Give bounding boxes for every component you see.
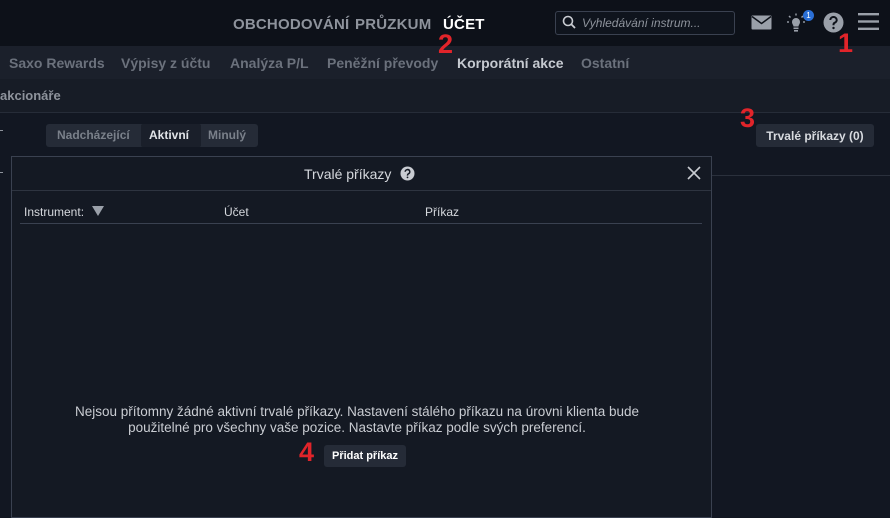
notification-badge: 1 [803, 10, 814, 21]
table-header-divider [20, 223, 702, 224]
tab-nadchazejici[interactable]: Nadcházející [57, 128, 130, 142]
subnav-saxo-rewards[interactable]: Saxo Rewards [9, 55, 105, 71]
subnav-korporatni-akce[interactable]: Korporátní akce [457, 55, 564, 71]
subnav-analyza[interactable]: Analýza P/L [230, 55, 309, 71]
annotation-marker-3: 3 [740, 103, 756, 133]
search-input[interactable] [582, 14, 730, 32]
topnav-obchodovani[interactable]: OBCHODOVÁNÍ [233, 16, 349, 33]
column-ucet[interactable]: Účet [224, 205, 249, 219]
tab-aktivni[interactable]: Aktivní [149, 128, 189, 142]
edge-tick [0, 130, 3, 131]
annotation-marker-2: 2 [438, 29, 454, 59]
column-instrument[interactable]: Instrument: [24, 205, 84, 219]
menu-icon[interactable] [858, 13, 879, 30]
content-divider [710, 175, 890, 176]
sort-down-icon[interactable] [92, 206, 104, 216]
empty-message-line: Nejsou přítomny žádné aktivní trvalé pří… [74, 404, 640, 419]
empty-state-message: Nejsou přítomny žádné aktivní trvalé pří… [12, 404, 702, 436]
help-icon[interactable] [400, 166, 415, 181]
section-label: akcionáře [0, 88, 61, 103]
edge-tick [0, 172, 3, 173]
topnav-pruzkum[interactable]: PRŮZKUM [355, 16, 431, 33]
subnav-penezni-prevody[interactable]: Peněžní převody [327, 55, 438, 71]
column-prikaz[interactable]: Příkaz [425, 205, 459, 219]
dialog-title: Trvalé příkazy [304, 166, 392, 182]
dialog-header: Trvalé příkazy [12, 157, 711, 191]
annotation-marker-4: 4 [299, 437, 315, 467]
empty-message-line: použitelné pro všechny vaše pozice. Nast… [128, 420, 586, 435]
subnav-vypisy[interactable]: Výpisy z účtu [121, 55, 210, 71]
subnav-ostatni[interactable]: Ostatní [581, 55, 629, 71]
tab-minuly[interactable]: Minulý [208, 128, 246, 142]
event-filter-tabs: Nadcházející Aktivní Minulý [46, 124, 258, 147]
mail-icon[interactable] [751, 15, 772, 30]
section-header: akcionáře [0, 79, 890, 113]
close-icon[interactable] [686, 165, 702, 181]
search-box[interactable] [555, 11, 735, 35]
standing-orders-button[interactable]: Trvalé příkazy (0) [756, 124, 874, 147]
annotation-marker-1: 1 [838, 28, 854, 58]
search-icon [562, 15, 576, 29]
add-order-button[interactable]: Přidat příkaz [324, 445, 406, 467]
standing-orders-dialog: Trvalé příkazy Instrument: Účet Příkaz N… [11, 156, 712, 518]
